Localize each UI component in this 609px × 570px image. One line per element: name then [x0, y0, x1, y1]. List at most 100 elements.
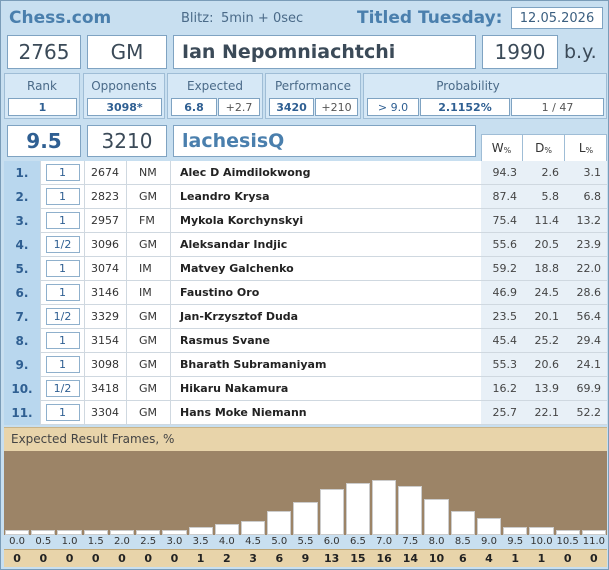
- opponent-title: GM: [126, 233, 170, 257]
- x-tick-label: 0.5: [35, 536, 52, 547]
- bar-value-label: 10: [428, 552, 445, 565]
- x-tick-label: 10.5: [556, 536, 579, 547]
- bar-value-label: 9: [301, 552, 310, 565]
- x-tick-label: 5.5: [297, 536, 314, 547]
- chart-bar: [214, 523, 239, 535]
- opponent-title: NM: [126, 161, 170, 185]
- result: 1: [40, 161, 84, 185]
- x-tick-label: 6.0: [323, 536, 340, 547]
- opponent-rating: 3074: [84, 257, 126, 281]
- opponent-title: GM: [126, 401, 170, 425]
- probability-ratio: 1 / 47: [511, 98, 604, 116]
- birth-year: 1990: [482, 35, 558, 69]
- draw-pct: 13.9: [523, 377, 565, 401]
- opponent-name[interactable]: Mykola Korchynskyi: [170, 209, 481, 233]
- bar-value-label: 0: [91, 552, 100, 565]
- table-row: 5. 1 3074 IM Matvey Galchenko 59.2 18.8 22.0: [4, 257, 607, 281]
- chart-bar: [188, 526, 213, 535]
- bar-value-label: 0: [118, 552, 126, 565]
- bar-value-label: 3: [249, 552, 257, 565]
- opponent-title: FM: [126, 209, 170, 233]
- bar-value-label: 14: [402, 552, 418, 565]
- tournament-name: Titled Tuesday:: [357, 8, 503, 28]
- col-header-win: W%: [481, 134, 523, 162]
- win-pct: 55.3: [481, 353, 523, 377]
- result-box: 1: [45, 212, 80, 229]
- win-pct: 23.5: [481, 305, 523, 329]
- x-tick-label: 7.5: [402, 536, 419, 547]
- chart-bar: [83, 530, 108, 535]
- draw-pct: 18.8: [523, 257, 565, 281]
- probability-label: Probability: [436, 79, 500, 93]
- opponent-name[interactable]: Aleksandar Indjic: [170, 233, 481, 257]
- opponent-rating: 3098: [84, 353, 126, 377]
- player-rating: 2765: [7, 35, 81, 69]
- col-header-loss: L%: [578, 141, 594, 155]
- col-header-draw: D%: [523, 134, 565, 162]
- opponent-title: GM: [126, 353, 170, 377]
- expected-diff: +2.7: [218, 98, 260, 116]
- opponent-title: GM: [126, 185, 170, 209]
- win-pct: 16.2: [481, 377, 523, 401]
- table-row: 9. 1 3098 GM Bharath Subramaniyam 55.3 20.6 24.…: [4, 353, 607, 377]
- date-field[interactable]: 12.05.2026: [511, 7, 603, 29]
- result: 1/2: [40, 377, 84, 401]
- opponent-name[interactable]: Hans Moke Niemann: [170, 401, 481, 425]
- draw-pct: 22.1: [523, 401, 565, 425]
- opponent-name[interactable]: Bharath Subramaniyam: [170, 353, 481, 377]
- opponent-name[interactable]: Hikaru Nakamura: [170, 377, 481, 401]
- row-number: 11.: [4, 401, 40, 425]
- opponent-name[interactable]: Leandro Krysa: [170, 185, 481, 209]
- draw-pct: 20.6: [523, 353, 565, 377]
- expected-value: 6.8: [171, 98, 217, 116]
- bar-value-label: 2: [223, 552, 231, 565]
- loss-pct: 69.9: [565, 377, 607, 401]
- result-box: 1/2: [45, 236, 80, 253]
- result: 1: [40, 353, 84, 377]
- result: 1: [40, 185, 84, 209]
- chart-bar: [57, 530, 82, 535]
- x-tick-label: 11.0: [582, 536, 606, 547]
- bar-value-label: 0: [39, 552, 48, 565]
- opponent-name[interactable]: Rasmus Svane: [170, 329, 481, 353]
- time-control: 5min + 0sec: [221, 11, 304, 26]
- chart-bar: [581, 530, 606, 535]
- username-link[interactable]: lachesisQ: [173, 125, 476, 157]
- win-pct: 46.9: [481, 281, 523, 305]
- row-number: 5.: [4, 257, 40, 281]
- opponents-label: Opponents: [91, 79, 157, 93]
- chart-bar: [398, 486, 423, 535]
- opponent-rating: 3146: [84, 281, 126, 305]
- result-box: 1: [45, 332, 80, 349]
- result: 1: [40, 329, 84, 353]
- table-row: 2. 1 2823 GM Leandro Krysa 87.4 5.8 6.8: [4, 185, 607, 209]
- opponent-name[interactable]: Alec D Aimdilokwong: [170, 161, 481, 185]
- opponent-name[interactable]: Faustino Oro: [170, 281, 481, 305]
- opponent-name[interactable]: Jan-Krzysztof Duda: [170, 305, 481, 329]
- opponent-rating: 3096: [84, 233, 126, 257]
- opponent-rating: 2957: [84, 209, 126, 233]
- chart-bar: [345, 483, 371, 535]
- opponent-name[interactable]: Matvey Galchenko: [170, 257, 481, 281]
- result: 1: [40, 401, 84, 425]
- performance-label: Performance: [274, 79, 352, 93]
- draw-pct: 20.5: [523, 233, 565, 257]
- brand-logo[interactable]: Chess.com: [9, 8, 111, 28]
- bar-value-label: 1: [537, 552, 546, 565]
- opponent-title: GM: [126, 329, 170, 353]
- win-pct: 45.4: [481, 329, 523, 353]
- loss-pct: 6.8: [565, 185, 607, 209]
- x-tick-label: 6.5: [349, 536, 366, 547]
- x-tick-label: 8.5: [454, 536, 471, 547]
- loss-pct: 23.9: [565, 233, 607, 257]
- chart-bar: [555, 530, 580, 535]
- row-number: 6.: [4, 281, 40, 305]
- x-tick-label: 8.0: [428, 536, 445, 547]
- opponent-title: GM: [126, 305, 170, 329]
- chart-bar: [529, 526, 554, 535]
- tournament-performance: 3210: [87, 125, 167, 157]
- chart-bar: [372, 480, 397, 535]
- result-box: 1: [45, 260, 80, 277]
- draw-pct: 2.6: [523, 161, 565, 185]
- performance-diff: +210: [315, 98, 358, 116]
